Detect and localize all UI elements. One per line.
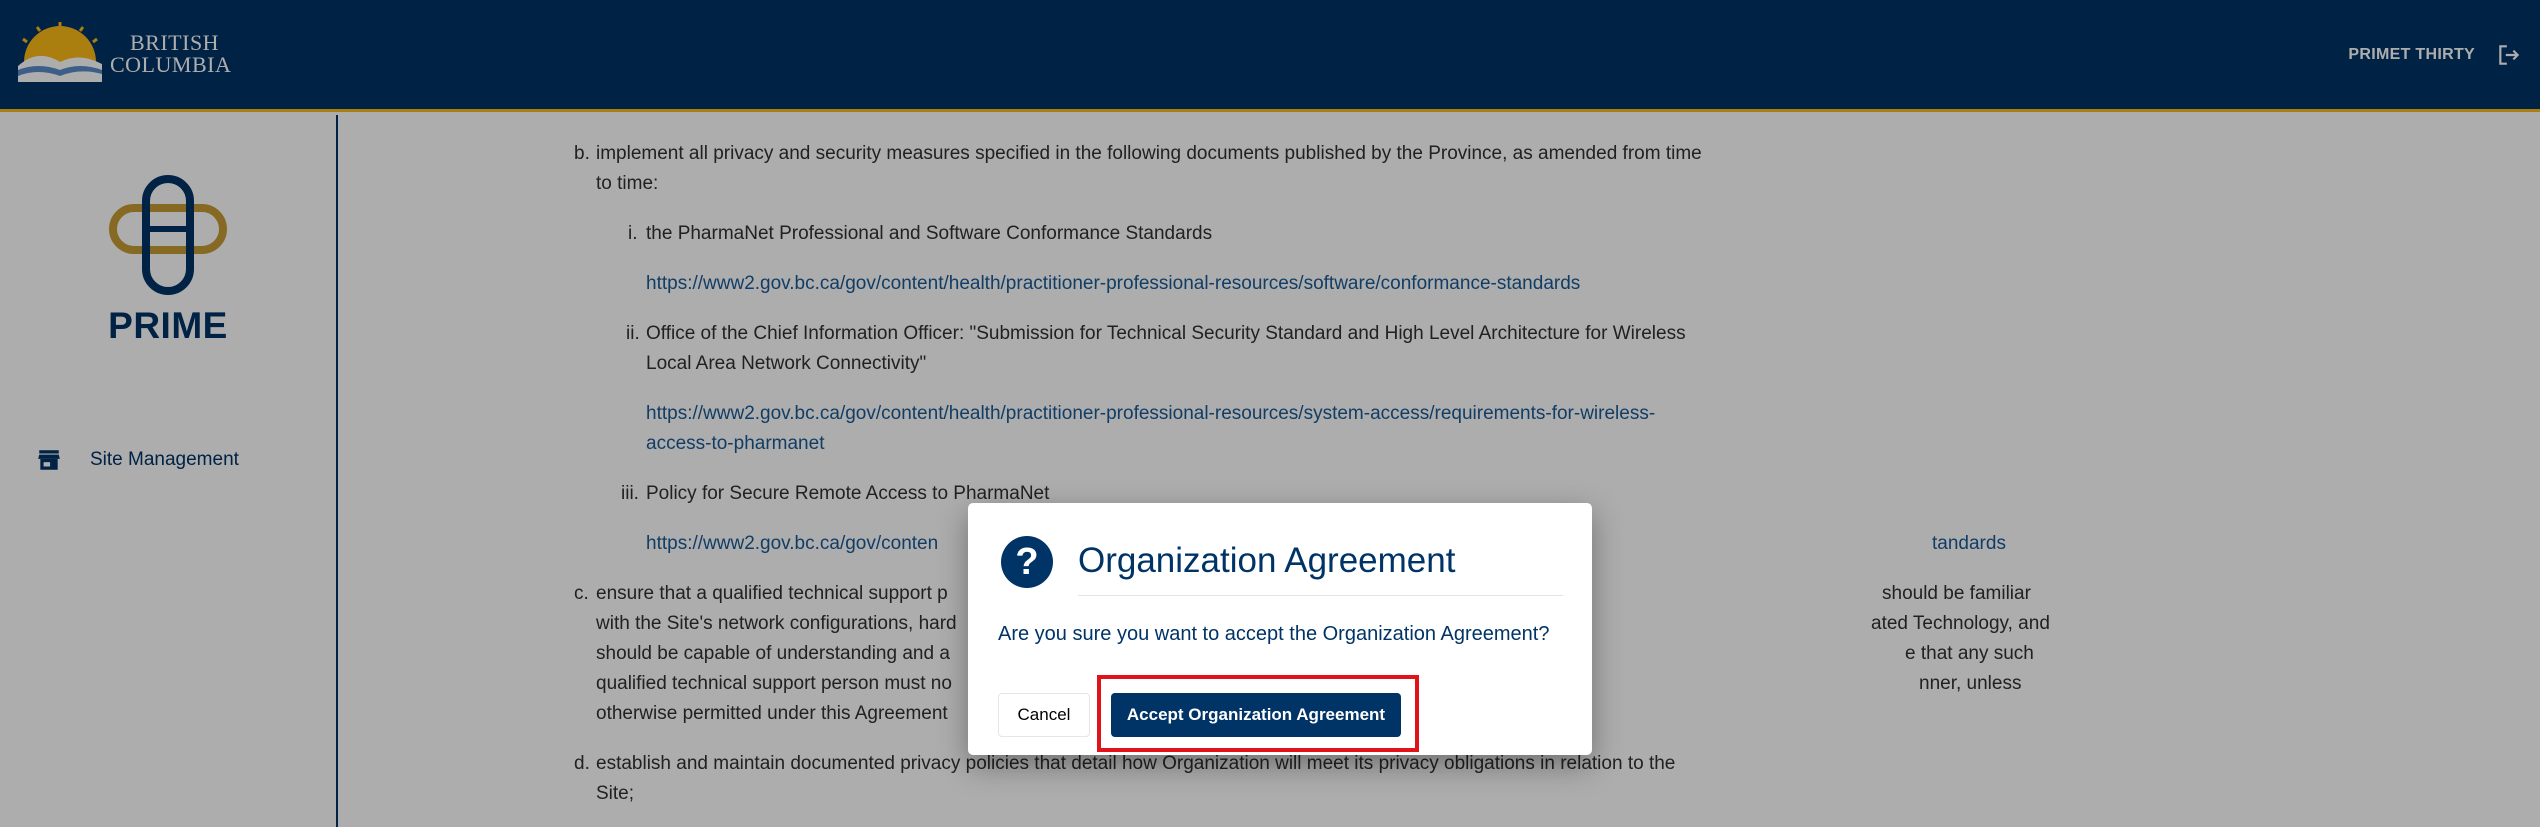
dialog-title: Organization Agreement [1078, 541, 1456, 580]
cancel-button[interactable]: Cancel [998, 693, 1090, 737]
dialog-divider [1078, 595, 1563, 596]
highlight-box [1097, 675, 1419, 752]
dialog-message: Are you sure you want to accept the Orga… [998, 623, 1550, 645]
question-icon: ? [1001, 536, 1053, 588]
